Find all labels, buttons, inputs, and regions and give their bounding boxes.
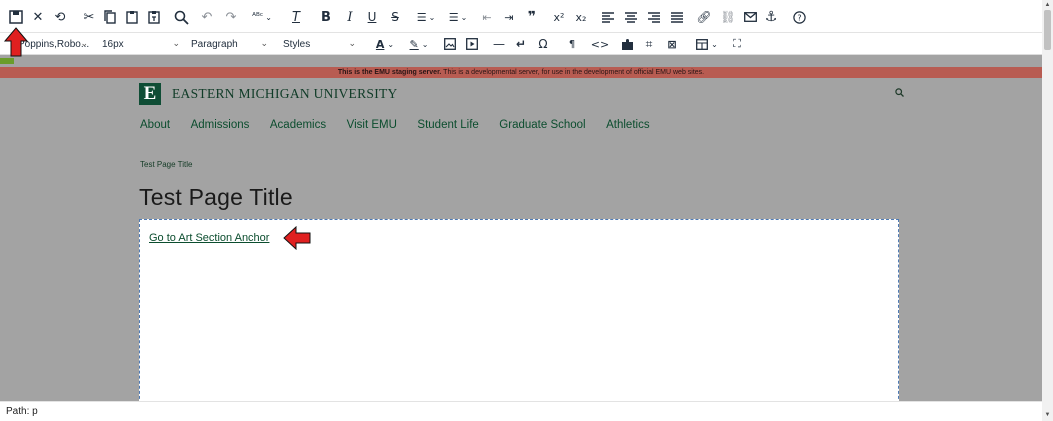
restore-draft-icon[interactable]: ⟲ <box>52 7 68 27</box>
vertical-scrollbar[interactable]: ▲ ▼ <box>1042 0 1053 421</box>
special-character-icon[interactable]: Ω <box>536 35 550 53</box>
email-icon[interactable] <box>743 7 757 27</box>
link-icon[interactable]: 🔗︎ <box>696 7 711 27</box>
bullet-list-icon[interactable]: ☰ ⌄ <box>414 7 438 27</box>
copy-icon[interactable] <box>103 7 117 27</box>
anchor-icon[interactable]: ⚓︎ <box>764 7 778 27</box>
staging-server-banner: This is the EMU staging server. This is … <box>0 67 1042 78</box>
outdent-icon[interactable]: ⇤ <box>480 7 494 27</box>
crop-icon[interactable]: ⌗ <box>642 35 656 53</box>
chevron-down-icon: ⌄ <box>172 38 180 48</box>
font-size-select[interactable]: 16px ⌄ <box>102 35 180 53</box>
clear-formatting-icon[interactable]: T <box>289 7 303 27</box>
strikethrough-icon[interactable]: S <box>389 7 401 27</box>
line-break-icon[interactable]: ↵ <box>514 35 528 53</box>
nav-item-admissions[interactable]: Admissions <box>191 119 250 131</box>
chevron-down-icon: ⌄ <box>80 38 88 48</box>
element-path-statusbar: Path: p <box>0 401 1042 421</box>
chevron-down-icon: ⌄ <box>260 38 268 48</box>
banner-bold-text: This is the EMU staging server. <box>337 69 442 76</box>
align-right-icon[interactable] <box>648 7 660 27</box>
nav-item-student-life[interactable]: Student Life <box>417 119 478 131</box>
highlight-color-icon[interactable]: ✎ ⌄ <box>405 35 433 53</box>
svg-text:?: ? <box>797 13 801 22</box>
styles-select[interactable]: Styles ⌄ <box>283 35 356 53</box>
superscript-icon[interactable]: x² <box>551 7 567 27</box>
paste-text-icon[interactable] <box>147 7 161 27</box>
nav-item-academics[interactable]: Academics <box>270 119 326 131</box>
breadcrumb[interactable]: Test Page Title <box>140 160 192 169</box>
editor-content-area[interactable]: This is the EMU staging server. This is … <box>0 55 1042 401</box>
banner-text: This is a developmental server, for use … <box>441 69 705 76</box>
align-left-icon[interactable] <box>602 7 614 27</box>
anchor-link[interactable]: Go to Art Section Anchor <box>149 232 269 244</box>
indent-icon[interactable]: ⇥ <box>502 7 516 27</box>
paste-icon[interactable] <box>125 7 139 27</box>
media-icon[interactable] <box>465 35 479 53</box>
scrollbar-thumb[interactable] <box>1044 10 1051 50</box>
redo-icon[interactable]: ↷ <box>224 7 238 27</box>
help-icon[interactable]: ? <box>792 7 806 27</box>
italic-icon[interactable]: I <box>344 7 356 27</box>
tinymce-editor-window: ✕ ⟲ ✂ ↶ ↷ ᴬᴮᶜ ⌄ T B I U S ☰ ⌄ ☰ ⌄ ⇤ ⇥ ❞ x² … <box>0 0 1053 421</box>
blockquote-icon[interactable]: ❞ <box>525 7 539 27</box>
justify-icon[interactable] <box>671 7 683 27</box>
chevron-down-icon: ⌄ <box>348 38 356 48</box>
logo-name: EASTERN MICHIGAN UNIVERSITY <box>172 86 398 101</box>
cut-icon[interactable]: ✂ <box>82 7 96 27</box>
logo-letter: E <box>139 83 161 105</box>
plugin-icon[interactable] <box>619 35 635 53</box>
site-navigation: About Admissions Academics Visit EMU Stu… <box>140 119 670 131</box>
align-center-icon[interactable] <box>625 7 637 27</box>
widget-icon[interactable]: ⊠ <box>665 35 679 53</box>
university-logo[interactable]: E EASTERN MICHIGAN UNIVERSITY <box>139 83 398 105</box>
find-replace-icon[interactable] <box>173 7 189 27</box>
scroll-up-icon[interactable]: ▲ <box>1042 0 1053 10</box>
toolbar-row-secondary: Poppins,Robo... ⌄ 16px ⌄ Paragraph ⌄ Sty… <box>0 33 1042 55</box>
numbered-list-icon[interactable]: ☰ ⌄ <box>446 7 470 27</box>
image-icon[interactable] <box>443 35 457 53</box>
toolbar-row-primary: ✕ ⟲ ✂ ↶ ↷ ᴬᴮᶜ ⌄ T B I U S ☰ ⌄ ☰ ⌄ ⇤ ⇥ ❞ x² … <box>0 0 1042 33</box>
content-body[interactable]: Go to Art Section Anchor <box>139 219 899 401</box>
bold-icon[interactable]: B <box>320 7 332 27</box>
page-title: Test Page Title <box>139 184 293 210</box>
red-arrow-up-annotation <box>3 27 29 57</box>
block-format-value: Paragraph <box>191 38 238 50</box>
element-path: Path: p <box>6 406 38 417</box>
subscript-icon[interactable]: x₂ <box>573 7 589 27</box>
cursor-indicator <box>0 58 14 64</box>
spellcheck-icon[interactable]: ᴬᴮᶜ ⌄ <box>250 7 274 27</box>
nav-item-visit-emu[interactable]: Visit EMU <box>347 119 397 131</box>
save-icon[interactable] <box>8 7 24 27</box>
red-arrow-left-annotation <box>283 226 311 250</box>
unlink-icon[interactable]: ⛓︎ <box>720 7 735 27</box>
table-icon[interactable]: ⌄ <box>693 35 721 53</box>
cancel-icon[interactable]: ✕ <box>31 7 45 27</box>
scroll-down-icon[interactable]: ▼ <box>1042 410 1053 420</box>
source-code-icon[interactable]: <> <box>591 35 609 53</box>
nav-item-athletics[interactable]: Athletics <box>606 119 649 131</box>
fullscreen-icon[interactable]: ⛶ <box>730 35 744 53</box>
underline-icon[interactable]: U <box>366 7 378 27</box>
font-size-value: 16px <box>102 38 124 50</box>
styles-value: Styles <box>283 38 311 50</box>
horizontal-rule-icon[interactable]: — <box>492 35 506 53</box>
text-color-icon[interactable]: A ⌄ <box>371 35 399 53</box>
nav-item-graduate-school[interactable]: Graduate School <box>499 119 585 131</box>
nav-item-about[interactable]: About <box>140 119 170 131</box>
undo-icon[interactable]: ↶ <box>200 7 214 27</box>
nonbreaking-space-icon[interactable]: ¶ <box>565 35 579 53</box>
search-icon[interactable] <box>895 88 904 100</box>
block-format-select[interactable]: Paragraph ⌄ <box>191 35 268 53</box>
